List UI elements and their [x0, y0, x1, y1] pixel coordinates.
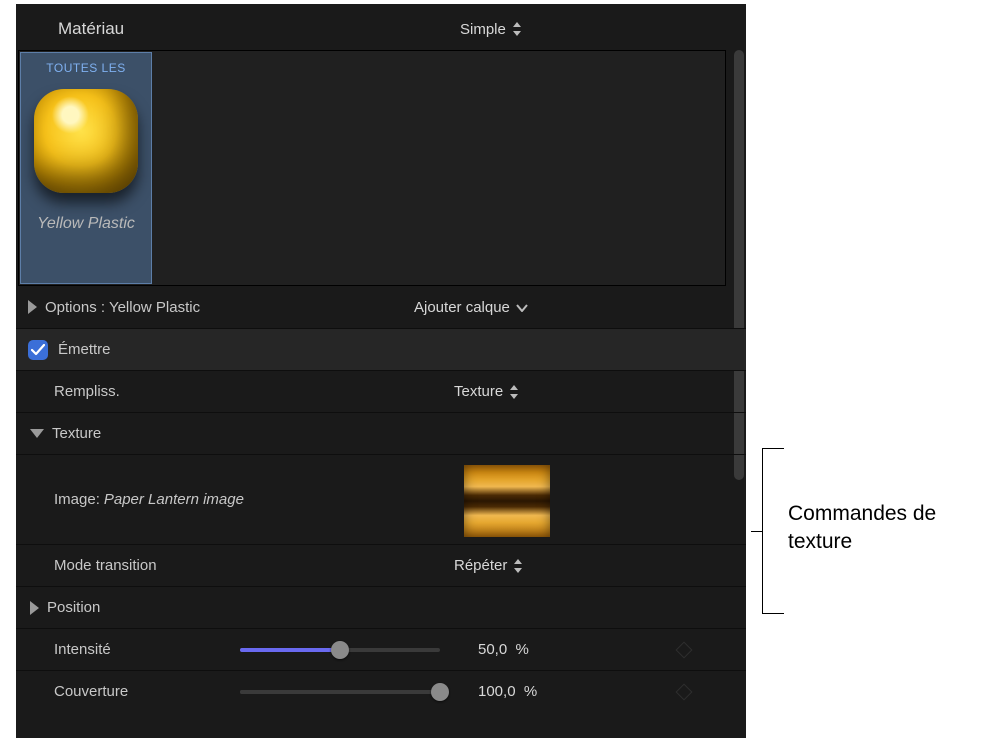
- texture-thumbnail[interactable]: [464, 465, 550, 537]
- fill-popup[interactable]: Texture: [454, 383, 519, 400]
- position-label: Position: [47, 599, 100, 616]
- material-mode-value: Simple: [460, 21, 506, 38]
- disclosure-right-icon: [30, 601, 39, 615]
- disclosure-right-icon: [28, 300, 37, 314]
- emit-label: Émettre: [58, 341, 111, 358]
- texture-group-label: Texture: [52, 425, 101, 442]
- texture-group-row[interactable]: Texture: [16, 412, 746, 454]
- add-layer-popup[interactable]: Ajouter calque: [414, 299, 528, 316]
- wrap-row: Mode transition Répéter: [16, 544, 746, 586]
- coverage-row: Couverture 100,0 %: [16, 670, 746, 712]
- reset-diamond-icon[interactable]: [676, 683, 693, 700]
- options-label: Options : Yellow Plastic: [45, 299, 200, 316]
- material-preview-cube: [34, 89, 138, 193]
- fill-label: Rempliss.: [54, 383, 120, 400]
- wrap-value: Répéter: [454, 557, 507, 574]
- options-row[interactable]: Options : Yellow Plastic Ajouter calque: [16, 286, 746, 328]
- updown-icon: [512, 22, 522, 36]
- wrap-label: Mode transition: [54, 557, 157, 574]
- updown-icon: [509, 385, 519, 399]
- add-layer-label: Ajouter calque: [414, 299, 510, 316]
- updown-icon: [513, 559, 523, 573]
- inspector-panel: Matériau Simple TOUTES LES Yellow Plasti…: [16, 4, 746, 738]
- material-well: TOUTES LES Yellow Plastic: [18, 50, 726, 286]
- coverage-fill: [240, 690, 440, 694]
- material-name: Yellow Plastic: [37, 215, 135, 233]
- coverage-label: Couverture: [54, 683, 128, 700]
- image-label: Image:: [54, 491, 100, 508]
- material-card-tab: TOUTES LES: [46, 59, 125, 81]
- intensity-thumb[interactable]: [331, 641, 349, 659]
- reset-diamond-icon[interactable]: [676, 641, 693, 658]
- intensity-row: Intensité 50,0 %: [16, 628, 746, 670]
- wrap-popup[interactable]: Répéter: [454, 557, 523, 574]
- chevron-down-icon: [516, 299, 528, 316]
- material-preview: [26, 81, 146, 201]
- material-label: Matériau: [58, 19, 124, 39]
- emit-checkbox[interactable]: [28, 340, 48, 360]
- coverage-value[interactable]: 100,0 %: [478, 683, 537, 700]
- intensity-fill: [240, 648, 340, 652]
- emit-row: Émettre: [16, 328, 746, 370]
- callout-text: Commandes de texture: [788, 500, 936, 557]
- intensity-slider[interactable]: [240, 648, 440, 652]
- callout-bracket: [762, 448, 784, 614]
- fill-value: Texture: [454, 383, 503, 400]
- coverage-thumb[interactable]: [431, 683, 449, 701]
- callout-tick: [751, 531, 763, 532]
- position-row[interactable]: Position: [16, 586, 746, 628]
- material-card[interactable]: TOUTES LES Yellow Plastic: [20, 52, 152, 284]
- intensity-label: Intensité: [54, 641, 111, 658]
- image-row: Image: Paper Lantern image: [16, 454, 746, 544]
- fill-row: Rempliss. Texture: [16, 370, 746, 412]
- disclosure-down-icon: [30, 429, 44, 438]
- material-mode-popup[interactable]: Simple: [460, 21, 522, 38]
- coverage-slider[interactable]: [240, 690, 440, 694]
- material-header: Matériau Simple: [16, 8, 746, 50]
- image-value: Paper Lantern image: [104, 491, 244, 508]
- intensity-value[interactable]: 50,0 %: [478, 641, 529, 658]
